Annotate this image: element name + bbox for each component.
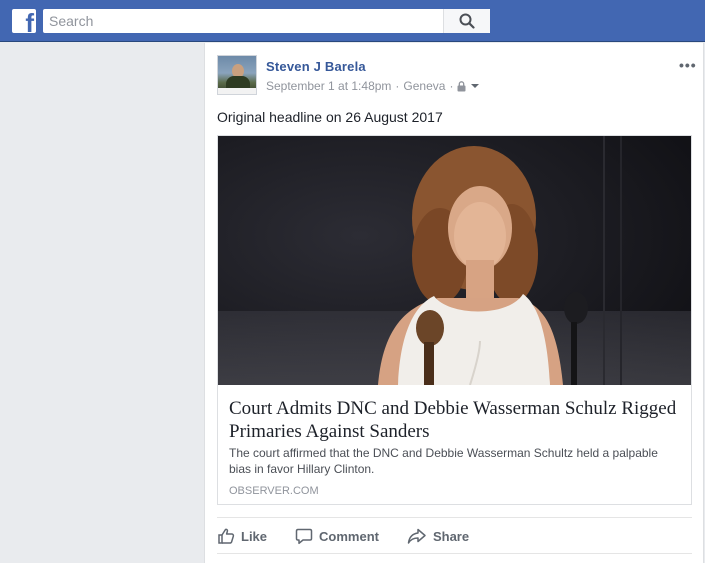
divider: [217, 517, 692, 518]
divider: [217, 553, 692, 554]
post-text: Original headline on 26 August 2017: [217, 109, 443, 125]
comment-label: Comment: [319, 528, 379, 544]
woman-photo: [218, 136, 691, 385]
lock-icon[interactable]: [457, 80, 466, 92]
chevron-down-icon[interactable]: [470, 82, 480, 90]
link-preview[interactable]: Court Admits DNC and Debbie Wasserman Sc…: [217, 135, 692, 505]
meta-separator: ·: [395, 79, 400, 93]
author-name[interactable]: Steven J Barela: [266, 59, 366, 74]
post-meta: September 1 at 1:48pm · Geneva ·: [266, 79, 480, 93]
link-description: The court affirmed that the DNC and Debb…: [229, 446, 658, 476]
post-location[interactable]: Geneva: [403, 79, 445, 93]
action-bar: Like Comment Share: [217, 525, 497, 547]
share-button[interactable]: Share: [407, 527, 469, 545]
search-bar: [43, 9, 490, 33]
link-domain: OBSERVER.COM: [229, 485, 319, 497]
link-title[interactable]: Court Admits DNC and Debbie Wasserman Sc…: [229, 397, 679, 443]
search-button[interactable]: [443, 9, 490, 33]
link-image[interactable]: [218, 136, 691, 385]
comment-button[interactable]: Comment: [295, 527, 379, 545]
search-icon: [459, 13, 475, 29]
facebook-logo[interactable]: f: [12, 9, 36, 33]
comment-icon: [295, 528, 313, 545]
top-bar: f: [0, 0, 705, 42]
left-column: [0, 42, 192, 563]
like-button[interactable]: Like: [217, 527, 267, 545]
thumbs-up-icon: [218, 528, 235, 544]
meta-separator: ·: [449, 79, 454, 93]
post-timestamp[interactable]: September 1 at 1:48pm: [266, 79, 391, 93]
share-icon: [407, 528, 426, 544]
search-input[interactable]: [43, 9, 443, 33]
more-options-icon[interactable]: •••: [679, 57, 697, 73]
post-card: Steven J Barela September 1 at 1:48pm · …: [204, 43, 704, 563]
avatar[interactable]: [217, 55, 257, 95]
share-label: Share: [432, 528, 470, 544]
like-label: Like: [241, 528, 268, 544]
